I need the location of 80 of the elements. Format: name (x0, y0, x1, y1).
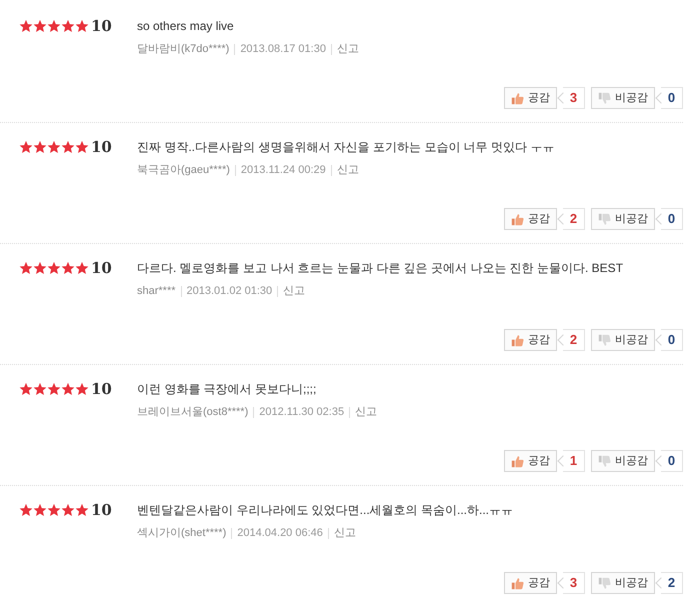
thumbs-up-icon (511, 334, 524, 346)
thumbs-up-icon (511, 454, 524, 468)
star-icon (19, 140, 33, 154)
like-count: 2 (563, 329, 585, 351)
author-name: shar**** (137, 284, 176, 299)
star-icon (61, 19, 75, 33)
like-button[interactable]: 공감 (504, 572, 557, 594)
thumbs-down-icon (598, 454, 611, 468)
star-icon (75, 503, 89, 517)
review-text: 이런 영화를 극장에서 못보다니;;;; (137, 381, 316, 398)
thumbs-down-icon (598, 212, 611, 226)
rating-score: 10 (91, 136, 112, 158)
star-icon (33, 503, 47, 517)
post-date: 2013.11.24 00:29 (240, 163, 326, 178)
rating-score: 10 (91, 258, 112, 279)
star-icon (61, 503, 75, 517)
post-date: 2014.04.20 06:46 (237, 526, 323, 541)
like-button[interactable]: 공감 (504, 329, 557, 351)
star-icon (47, 261, 61, 275)
star-icon (19, 19, 33, 33)
star-icon (75, 19, 89, 33)
dislike-button[interactable]: 비공감 (591, 87, 655, 109)
report-link[interactable]: 신고 (283, 283, 306, 300)
rating-score: 10 (91, 378, 112, 400)
star-icon (47, 19, 61, 33)
thumbs-down-icon (598, 92, 611, 104)
star-icon (61, 382, 75, 396)
dislike-count: 0 (661, 329, 683, 351)
author-name: 달바람비(k7do****) (137, 42, 230, 57)
star-icon (19, 261, 33, 275)
dislike-count: 0 (661, 208, 683, 230)
thumbs-down-icon (598, 576, 611, 590)
like-count: 1 (563, 450, 585, 472)
dislike-button[interactable]: 비공감 (591, 450, 655, 472)
star-icon (33, 19, 47, 33)
post-date: 2012.11.30 02:35 (259, 405, 344, 420)
author-name: 섹시가이(shet****) (137, 526, 226, 541)
thumbs-down-icon (598, 334, 611, 346)
star-icon (19, 382, 33, 396)
star-icon (61, 140, 75, 154)
star-icon (19, 503, 33, 517)
report-link[interactable]: 신고 (334, 525, 356, 542)
dislike-button[interactable]: 비공감 (591, 208, 655, 230)
dislike-button[interactable]: 비공감 (591, 329, 655, 351)
dislike-button[interactable]: 비공감 (591, 572, 655, 594)
star-icon (33, 261, 47, 275)
like-count: 3 (563, 87, 585, 109)
thumbs-up-icon (511, 212, 524, 226)
star-icon (33, 140, 47, 154)
dislike-count: 0 (661, 450, 683, 472)
review-text: so others may live (137, 18, 234, 35)
rating-score: 10 (91, 16, 112, 37)
post-date: 2013.01.02 01:30 (186, 284, 272, 299)
like-button[interactable]: 공감 (504, 208, 557, 230)
star-icon (75, 140, 89, 154)
dislike-count: 2 (661, 572, 683, 594)
review-text: 진짜 명작..다른사람의 생명을위해서 자신을 포기하는 모습이 너무 멋있다 ㅜㅠ (137, 139, 554, 156)
star-icon (75, 382, 89, 396)
report-link[interactable]: 신고 (355, 404, 378, 420)
like-button[interactable]: 공감 (504, 450, 557, 472)
like-count: 2 (563, 208, 585, 230)
rating-score: 10 (91, 500, 112, 521)
star-icon (61, 261, 75, 275)
star-icon (33, 382, 47, 396)
report-link[interactable]: 신고 (336, 162, 359, 178)
like-button[interactable]: 공감 (504, 87, 557, 109)
star-icon (75, 261, 89, 275)
thumbs-up-icon (511, 92, 524, 104)
post-date: 2013.08.17 01:30 (240, 42, 326, 57)
like-count: 3 (563, 572, 585, 594)
dislike-count: 0 (661, 87, 683, 109)
author-name: 브레이브서울(ost8****) (137, 405, 248, 420)
report-link[interactable]: 신고 (336, 41, 359, 58)
star-icon (47, 382, 61, 396)
review-text: 다르다. 멜로영화를 보고 나서 흐르는 눈물과 다른 깊은 곳에서 나오는 진한 눈물이다. BEST (137, 260, 624, 277)
author-name: 북극곰아(gaeu****) (137, 163, 230, 178)
thumbs-up-icon (511, 576, 524, 590)
star-icon (47, 503, 61, 517)
star-icon (47, 140, 61, 154)
review-text: 벤텐달같은사람이 우리나라에도 있었다면...세월호의 목숨이...하...ㅠㅠ (137, 502, 514, 519)
